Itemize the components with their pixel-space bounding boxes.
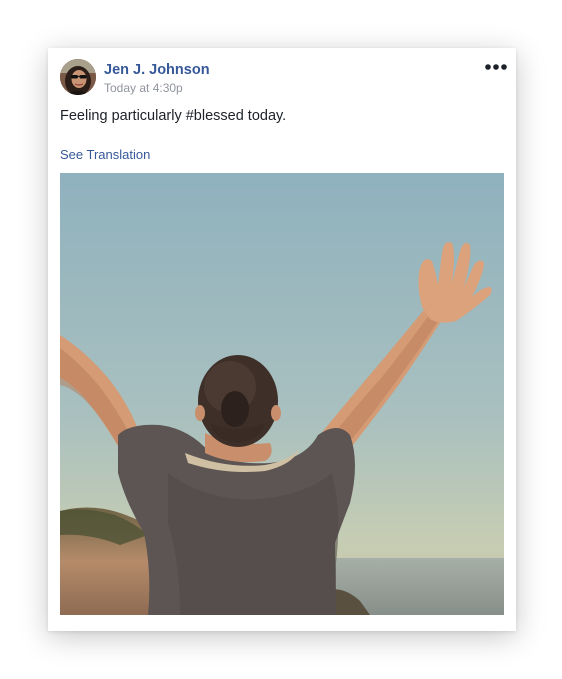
- post-timestamp[interactable]: Today at 4:30p: [104, 81, 183, 95]
- see-translation-link[interactable]: See Translation: [60, 147, 150, 162]
- photo-person-arms-raised: [60, 173, 504, 615]
- post-photo[interactable]: [60, 173, 504, 615]
- more-options-button[interactable]: [484, 60, 508, 74]
- more-options-icon: [485, 64, 507, 70]
- avatar-image: [60, 59, 96, 95]
- post-card: Jen J. Johnson Today at 4:30p Feeling pa…: [48, 48, 516, 631]
- post-text: Feeling particularly #blessed today.: [60, 108, 287, 124]
- avatar[interactable]: [60, 59, 96, 95]
- author-name[interactable]: Jen J. Johnson: [104, 62, 210, 78]
